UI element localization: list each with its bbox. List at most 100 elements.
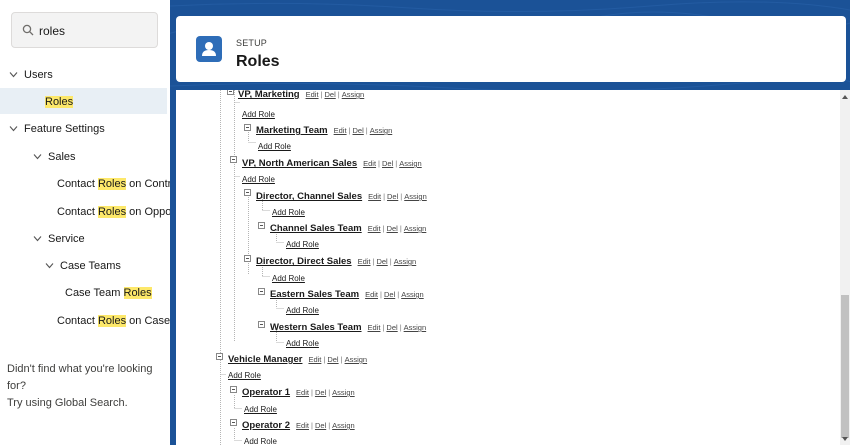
del-link[interactable]: Del	[384, 290, 395, 299]
edit-link[interactable]: Edit	[363, 159, 376, 168]
search-input[interactable]: roles	[39, 24, 65, 38]
nav-users[interactable]: Users	[9, 69, 53, 81]
add-role-link[interactable]: Add Role	[272, 274, 305, 283]
role-link[interactable]: VP, North American Sales	[242, 158, 357, 169]
user-icon	[196, 36, 222, 62]
collapse-toggle-icon[interactable]	[230, 419, 237, 426]
add-role-link[interactable]: Add Role	[272, 208, 305, 217]
edit-link[interactable]: Edit	[334, 126, 347, 135]
edit-link[interactable]: Edit	[358, 257, 371, 266]
del-link[interactable]: Del	[376, 257, 387, 266]
role-link[interactable]: Director, Channel Sales	[256, 191, 362, 202]
separator: |	[382, 224, 385, 233]
add-role-link[interactable]: Add Role	[286, 306, 319, 315]
edit-link[interactable]: Edit	[296, 421, 309, 430]
collapse-toggle-icon[interactable]	[244, 124, 251, 131]
edit-link[interactable]: Edit	[365, 290, 378, 299]
del-link[interactable]: Del	[382, 159, 393, 168]
collapse-toggle-icon[interactable]	[258, 321, 265, 328]
scroll-up-arrow-icon[interactable]	[842, 95, 848, 99]
nav-case-team-roles[interactable]: Case Team Roles	[65, 287, 152, 299]
role-link[interactable]: Eastern Sales Team	[270, 289, 359, 300]
role-hierarchy-panel: VP, Marketing Edit | Del | Assign Add Role Ma…	[176, 90, 850, 445]
collapse-toggle-icon[interactable]	[216, 353, 223, 360]
collapse-toggle-icon[interactable]	[230, 156, 237, 163]
edit-link[interactable]: Edit	[306, 90, 319, 99]
vertical-scrollbar[interactable]	[840, 90, 850, 445]
selected-nav-highlight	[0, 88, 167, 114]
role-link[interactable]: Channel Sales Team	[270, 223, 362, 234]
scrollbar-thumb[interactable]	[841, 295, 849, 438]
collapse-toggle-icon[interactable]	[244, 255, 251, 262]
separator: |	[400, 192, 403, 201]
add-role-link[interactable]: Add Role	[258, 142, 291, 151]
role-link[interactable]: Director, Direct Sales	[256, 256, 352, 267]
nav-sales[interactable]: Sales	[33, 151, 76, 163]
separator: |	[365, 126, 368, 135]
edit-link[interactable]: Edit	[368, 192, 381, 201]
assign-link[interactable]: Assign	[404, 323, 427, 332]
assign-link[interactable]: Assign	[345, 355, 368, 364]
nav-roles[interactable]: Roles	[45, 96, 74, 108]
nav-case-teams-label: Case Teams	[60, 260, 121, 272]
nav-case-teams[interactable]: Case Teams	[45, 260, 121, 272]
role-link[interactable]: Marketing Team	[256, 125, 328, 136]
nav-text: Case Team	[65, 287, 124, 299]
del-link[interactable]: Del	[387, 224, 398, 233]
del-link[interactable]: Del	[353, 126, 364, 135]
scroll-down-arrow-icon[interactable]	[842, 437, 848, 441]
assign-link[interactable]: Assign	[401, 290, 424, 299]
add-role-link[interactable]: Add Role	[242, 175, 275, 184]
edit-link[interactable]: Edit	[368, 323, 381, 332]
del-link[interactable]: Del	[386, 323, 397, 332]
add-role-link[interactable]: Add Role	[244, 437, 277, 445]
separator: |	[310, 388, 313, 397]
collapse-toggle-icon[interactable]	[258, 222, 265, 229]
role-link[interactable]: Operator 1	[242, 387, 290, 398]
assign-link[interactable]: Assign	[370, 126, 393, 135]
collapse-toggle-icon[interactable]	[244, 189, 251, 196]
assign-link[interactable]: Assign	[394, 257, 417, 266]
edit-link[interactable]: Edit	[296, 388, 309, 397]
add-role-link[interactable]: Add Role	[242, 110, 275, 119]
quick-find-search[interactable]: roles	[11, 12, 158, 48]
assign-link[interactable]: Assign	[332, 388, 355, 397]
role-link[interactable]: Western Sales Team	[270, 322, 362, 333]
assign-link[interactable]: Assign	[404, 224, 427, 233]
del-link[interactable]: Del	[325, 90, 336, 99]
collapse-toggle-icon[interactable]	[230, 386, 237, 393]
separator: |	[399, 224, 402, 233]
add-role-link[interactable]: Add Role	[286, 339, 319, 348]
assign-link[interactable]: Assign	[332, 421, 355, 430]
chevron-down-icon	[9, 126, 18, 132]
main-panel: SETUP Roles VP, Marketing Edit | Del | A…	[170, 0, 850, 445]
assign-link[interactable]: Assign	[342, 90, 365, 99]
assign-link[interactable]: Assign	[404, 192, 427, 201]
edit-link[interactable]: Edit	[308, 355, 321, 364]
edit-link[interactable]: Edit	[368, 224, 381, 233]
collapse-toggle-icon[interactable]	[258, 288, 265, 295]
role-row: Operator 2 Edit | Del | Assign	[242, 418, 355, 432]
del-link[interactable]: Del	[387, 192, 398, 201]
add-role-link[interactable]: Add Role	[244, 405, 277, 414]
separator: |	[348, 126, 351, 135]
nav-service[interactable]: Service	[33, 233, 85, 245]
role-link[interactable]: Operator 2	[242, 420, 290, 431]
separator: |	[320, 90, 323, 99]
hint-line: Didn't find what you're looking for?	[7, 363, 153, 392]
add-role-link[interactable]: Add Role	[228, 371, 261, 380]
add-role-link[interactable]: Add Role	[286, 240, 319, 249]
role-row: VP, North American Sales Edit | Del | Assign	[242, 156, 422, 170]
separator: |	[372, 257, 375, 266]
separator: |	[395, 159, 398, 168]
chevron-down-icon	[9, 72, 18, 78]
role-link[interactable]: VP, Marketing	[238, 90, 300, 100]
del-link[interactable]: Del	[315, 388, 326, 397]
collapse-toggle-icon[interactable]	[227, 90, 234, 95]
nav-feature-settings[interactable]: Feature Settings	[9, 123, 105, 135]
del-link[interactable]: Del	[327, 355, 338, 364]
del-link[interactable]: Del	[315, 421, 326, 430]
nav-contact-roles-on-cases[interactable]: Contact Roles on Cases	[57, 315, 176, 327]
role-link[interactable]: Vehicle Manager	[228, 354, 302, 365]
assign-link[interactable]: Assign	[399, 159, 422, 168]
